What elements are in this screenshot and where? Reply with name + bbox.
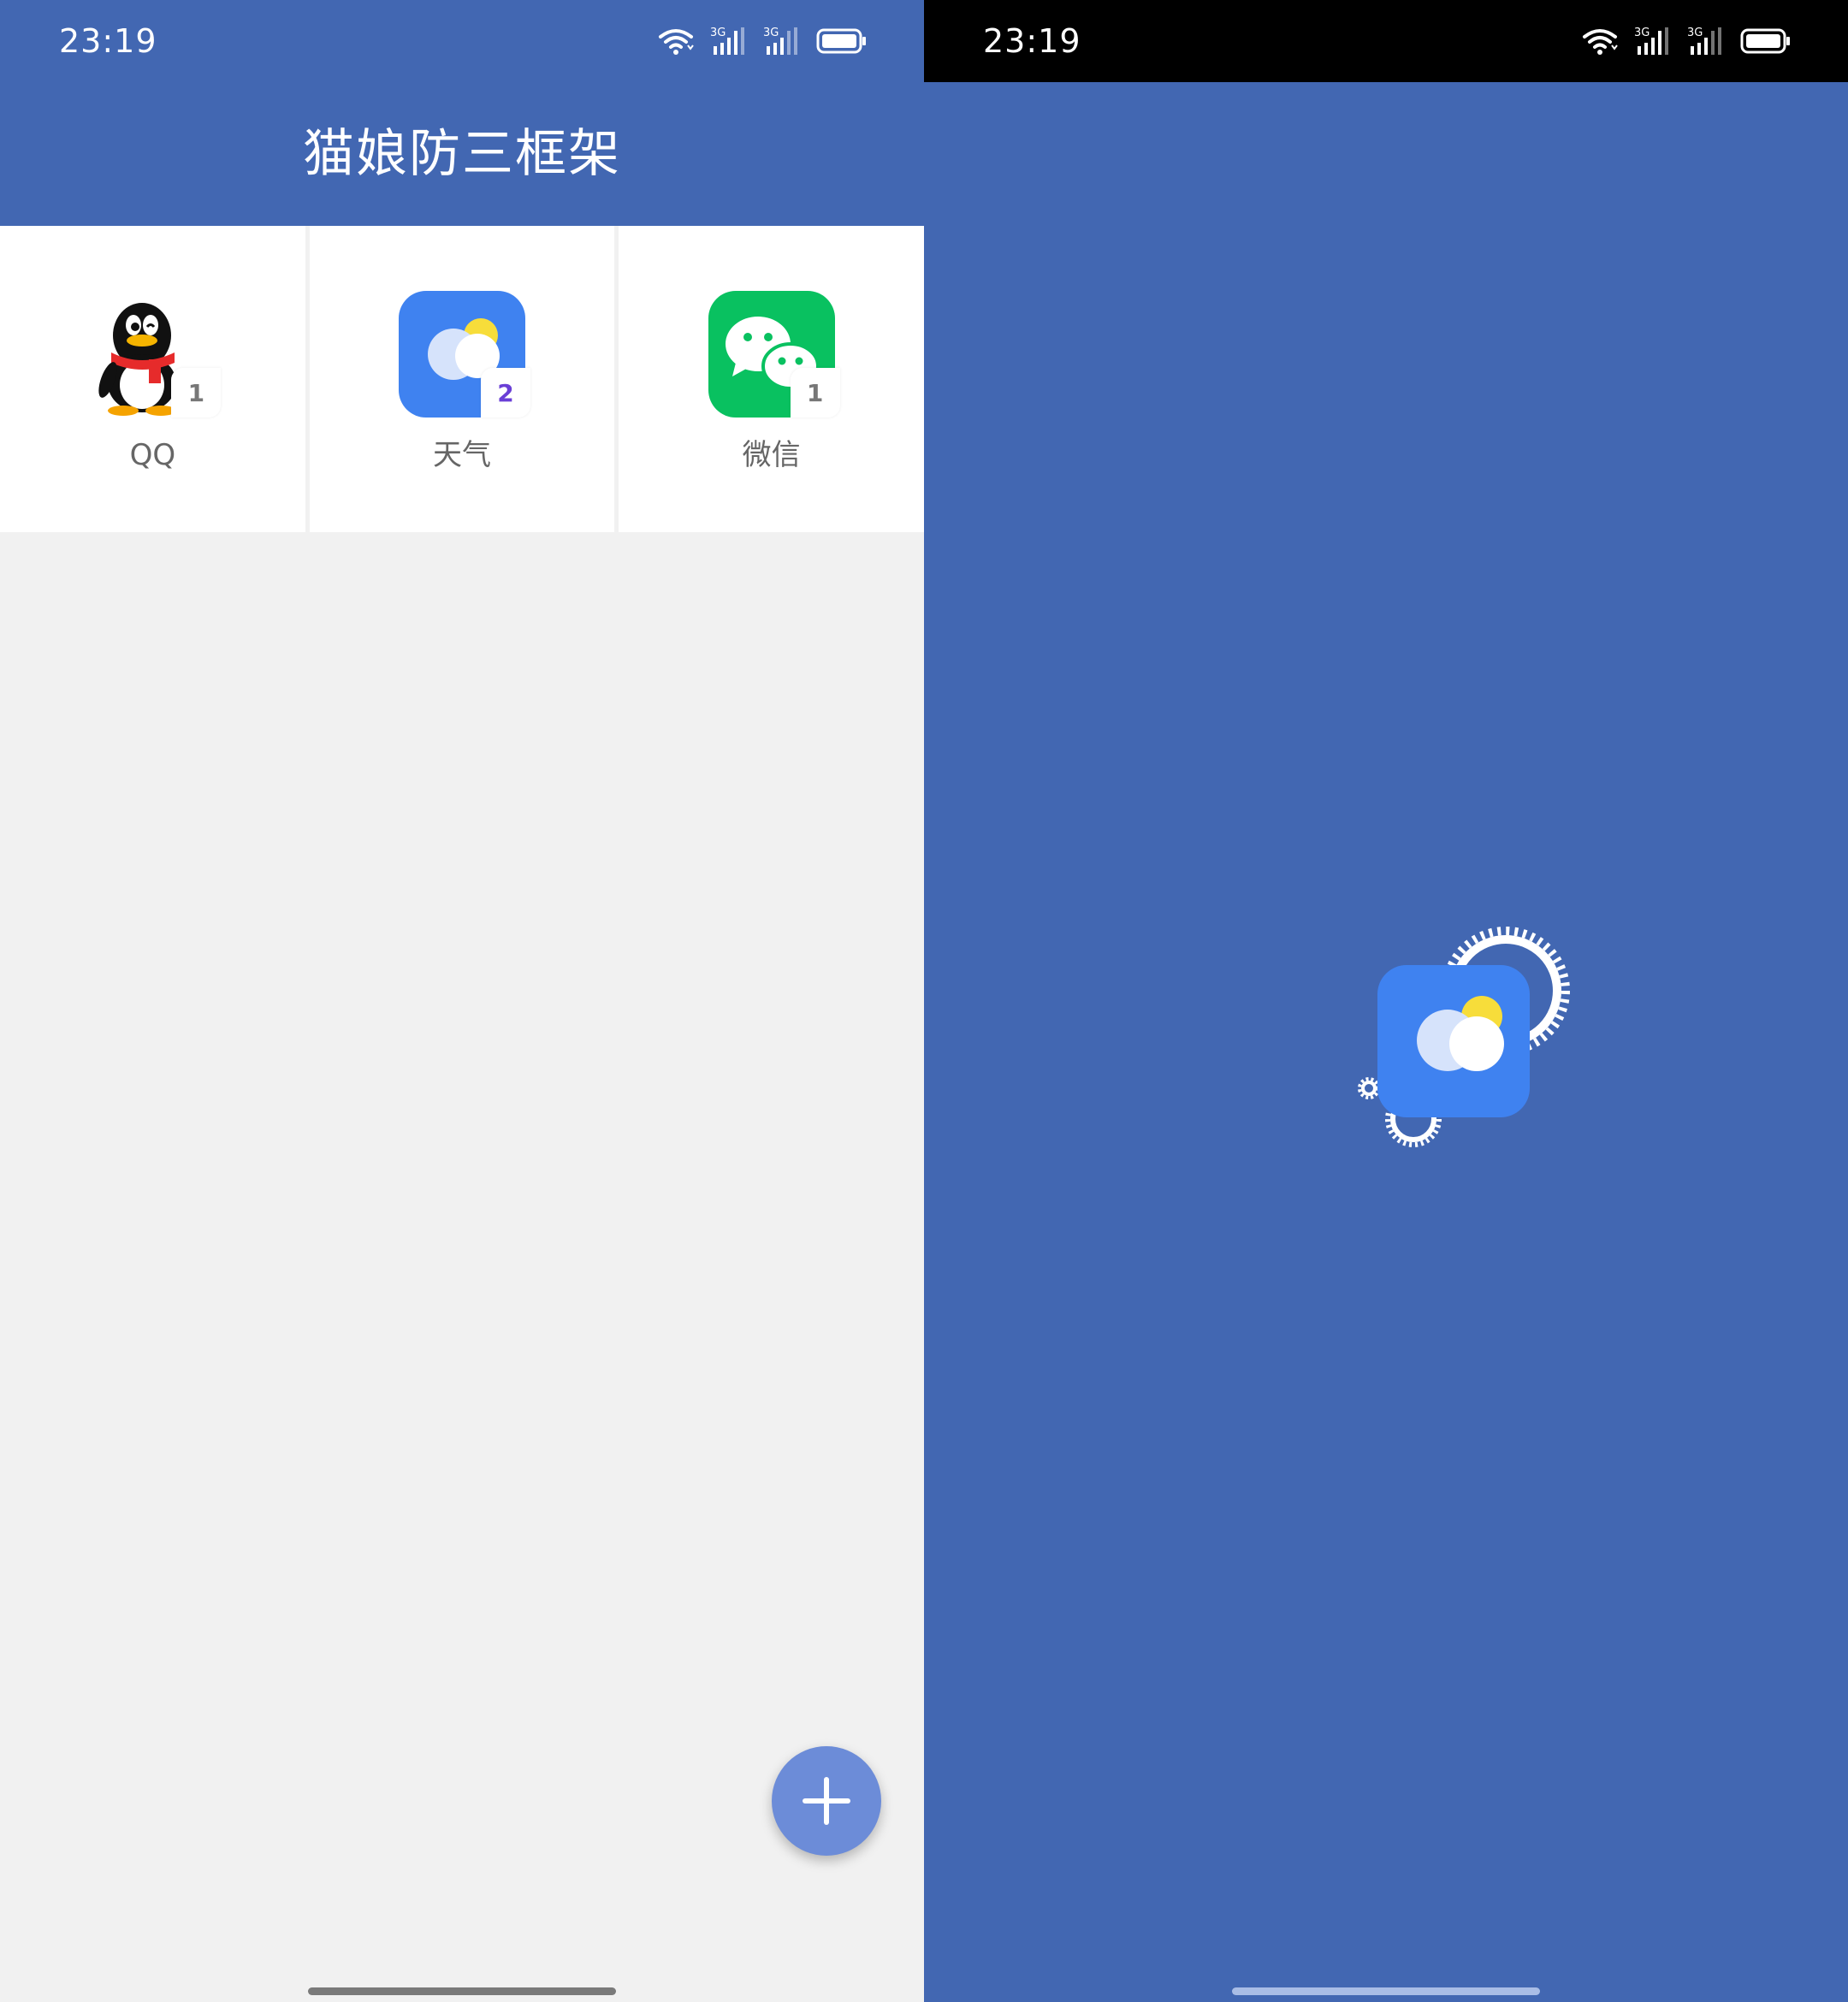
status-time: 23:19 <box>59 22 157 60</box>
svg-text:3G: 3G <box>1634 27 1650 39</box>
signal-icon-2: 3G <box>1687 27 1721 55</box>
svg-text:3G: 3G <box>763 27 779 39</box>
launch-splash <box>1283 924 1574 1155</box>
clone-count-badge: 1 <box>171 368 222 418</box>
app-tile-wechat[interactable]: 1 微信 <box>619 226 924 532</box>
wechat-app-icon: 1 <box>708 291 840 418</box>
app-tile-weather[interactable]: 2 天气 <box>309 226 615 532</box>
add-app-button[interactable] <box>772 1746 881 1856</box>
wifi-icon <box>1583 29 1618 55</box>
qq-app-icon: 1 <box>89 291 222 418</box>
app-bar: 猫娘防三框架 <box>0 82 924 226</box>
clone-count-badge: 2 <box>481 368 530 418</box>
status-icons: 3G 3G <box>657 24 868 58</box>
tiny-gear-icon <box>1358 1077 1380 1099</box>
weather-app-icon: 2 <box>399 291 530 418</box>
status-bar: 23:19 3G 3G <box>0 0 924 82</box>
weather-icon-with-gears <box>1358 927 1570 1147</box>
app-label: 天气 <box>433 438 491 472</box>
launch-screen: 23:19 3G 3G <box>924 0 1848 2002</box>
svg-text:3G: 3G <box>1687 27 1703 39</box>
page-title: 猫娘防三框架 <box>303 124 621 184</box>
app-label: 微信 <box>742 438 801 472</box>
gesture-navigation-bar[interactable] <box>1232 1987 1540 1995</box>
app-label: QQ <box>129 438 176 472</box>
signal-icon-2: 3G <box>763 27 797 55</box>
status-time: 23:19 <box>983 22 1081 60</box>
app-tile-qq[interactable]: 1 QQ <box>0 226 305 532</box>
app-grid: 1 QQ 2 天气 1 微信 <box>0 226 924 532</box>
signal-icon-1: 3G <box>1634 27 1668 55</box>
plus-icon <box>803 1777 850 1825</box>
status-bar: 23:19 3G 3G <box>924 0 1848 82</box>
status-icons: 3G 3G <box>1581 24 1792 58</box>
battery-icon <box>816 28 866 54</box>
signal-icon-1: 3G <box>710 27 744 55</box>
battery-icon <box>1740 28 1790 54</box>
main-screen: 23:19 3G 3G 猫娘防三框架 1 QQ 2 天气 1 微信 <box>0 0 924 2002</box>
svg-text:3G: 3G <box>710 27 726 39</box>
gesture-navigation-bar[interactable] <box>308 1987 616 1995</box>
clone-count-badge: 1 <box>790 368 840 418</box>
wifi-icon <box>659 29 694 55</box>
